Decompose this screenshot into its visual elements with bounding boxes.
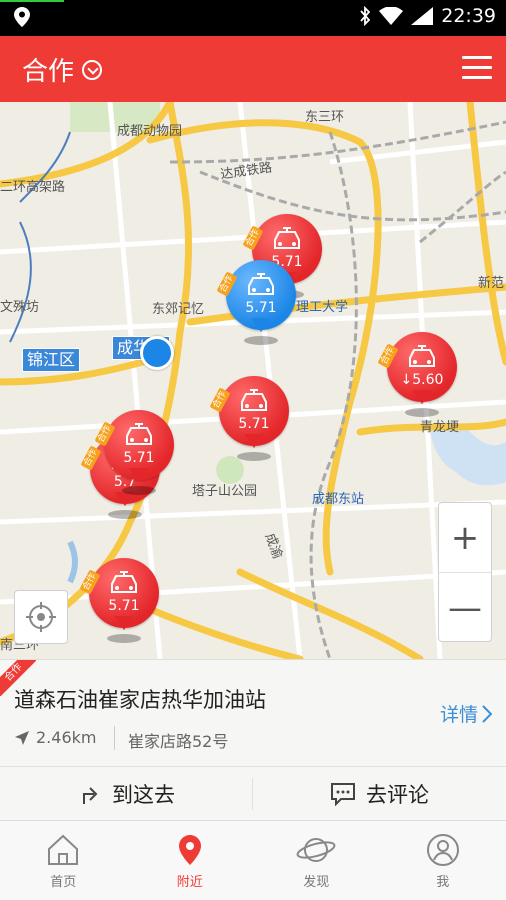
filter-dropdown[interactable]: 合作 bbox=[22, 51, 103, 88]
navigation-arrow-icon bbox=[15, 730, 29, 745]
tab-me[interactable]: 我 bbox=[380, 821, 506, 900]
pin-price: 5.71 bbox=[245, 300, 277, 316]
zoom-out-button[interactable]: — bbox=[439, 573, 491, 643]
car-icon bbox=[248, 273, 274, 295]
user-icon bbox=[426, 834, 459, 866]
divider bbox=[114, 726, 115, 750]
planet-icon bbox=[296, 838, 336, 862]
station-pin[interactable]: ↓5.60 合作 bbox=[377, 332, 457, 424]
zoom-control: + — bbox=[438, 502, 492, 642]
station-pin[interactable]: 5.71 合作 bbox=[79, 558, 159, 650]
station-address: 崔家店路52号 bbox=[128, 732, 229, 751]
zoom-in-button[interactable]: + bbox=[439, 503, 491, 573]
pin-price: ↓5.60 bbox=[400, 372, 444, 388]
map-label: 东郊记忆 bbox=[152, 302, 205, 317]
bottom-tab-bar: 首页 附近 发现 我 bbox=[0, 820, 506, 900]
menu-button[interactable] bbox=[462, 56, 492, 80]
car-icon bbox=[111, 571, 137, 593]
menu-icon bbox=[462, 56, 492, 59]
locate-me-button[interactable] bbox=[14, 590, 68, 644]
status-time: 22:39 bbox=[441, 5, 496, 27]
crosshair-icon bbox=[26, 602, 56, 632]
app-header: 合作 bbox=[0, 36, 506, 102]
map-label: 二环高架路 bbox=[0, 180, 66, 195]
status-bar: 22:39 bbox=[0, 0, 506, 36]
station-pin[interactable]: 5.71 合作 bbox=[94, 410, 174, 502]
station-pin-selected[interactable]: 5.71 合作 bbox=[216, 260, 296, 352]
station-distance: 2.46km bbox=[14, 728, 96, 747]
pin-price: 5.71 bbox=[123, 450, 155, 466]
signal-icon bbox=[411, 7, 434, 25]
wifi-icon bbox=[379, 7, 404, 25]
map-label: 新范 bbox=[478, 276, 505, 291]
chevron-down-icon bbox=[82, 59, 103, 80]
location-icon bbox=[14, 7, 30, 27]
map-pin-icon bbox=[178, 835, 201, 865]
tab-discover[interactable]: 发现 bbox=[253, 821, 380, 900]
map-label: 塔子山公园 bbox=[192, 484, 258, 499]
pin-price: 5.71 bbox=[238, 416, 270, 432]
route-arrow-icon bbox=[83, 786, 98, 804]
pin-price: 5.71 bbox=[108, 598, 140, 614]
comment-icon bbox=[331, 782, 355, 806]
station-name: 道森石油崔家店热华加油站 bbox=[14, 688, 266, 712]
home-icon bbox=[48, 834, 79, 865]
car-icon bbox=[274, 227, 300, 249]
car-icon bbox=[241, 389, 267, 411]
bluetooth-icon bbox=[360, 6, 371, 26]
car-icon bbox=[126, 423, 152, 445]
tab-nearby[interactable]: 附近 bbox=[127, 821, 254, 900]
car-icon bbox=[409, 345, 435, 367]
comment-button[interactable]: 去评论 bbox=[253, 766, 506, 821]
map-label: 文殊坊 bbox=[0, 300, 40, 315]
current-location-dot bbox=[140, 336, 174, 370]
chevron-right-icon bbox=[482, 704, 492, 723]
tab-home[interactable]: 首页 bbox=[0, 821, 127, 900]
map-view[interactable]: 成都动物园 东三环 达成铁路 二环高架路 文殊坊 东郊记忆 理工大学 新范 青龙… bbox=[0, 102, 506, 659]
station-pin[interactable]: 5.71 合作 bbox=[209, 376, 289, 468]
map-label: 成都动物园 bbox=[117, 124, 183, 139]
header-title: 合作 bbox=[22, 57, 75, 87]
map-label: 东三环 bbox=[305, 110, 345, 125]
map-label: 成都东站 bbox=[312, 492, 365, 507]
station-card: 合作 道森石油崔家店热华加油站 2.46km 崔家店路52号 详情 到这去 去评… bbox=[0, 659, 506, 820]
navigate-button[interactable]: 到这去 bbox=[0, 766, 253, 821]
notification-indicator bbox=[0, 0, 64, 2]
district-label: 锦江区 bbox=[22, 348, 81, 372]
detail-link[interactable]: 详情 bbox=[440, 700, 492, 727]
